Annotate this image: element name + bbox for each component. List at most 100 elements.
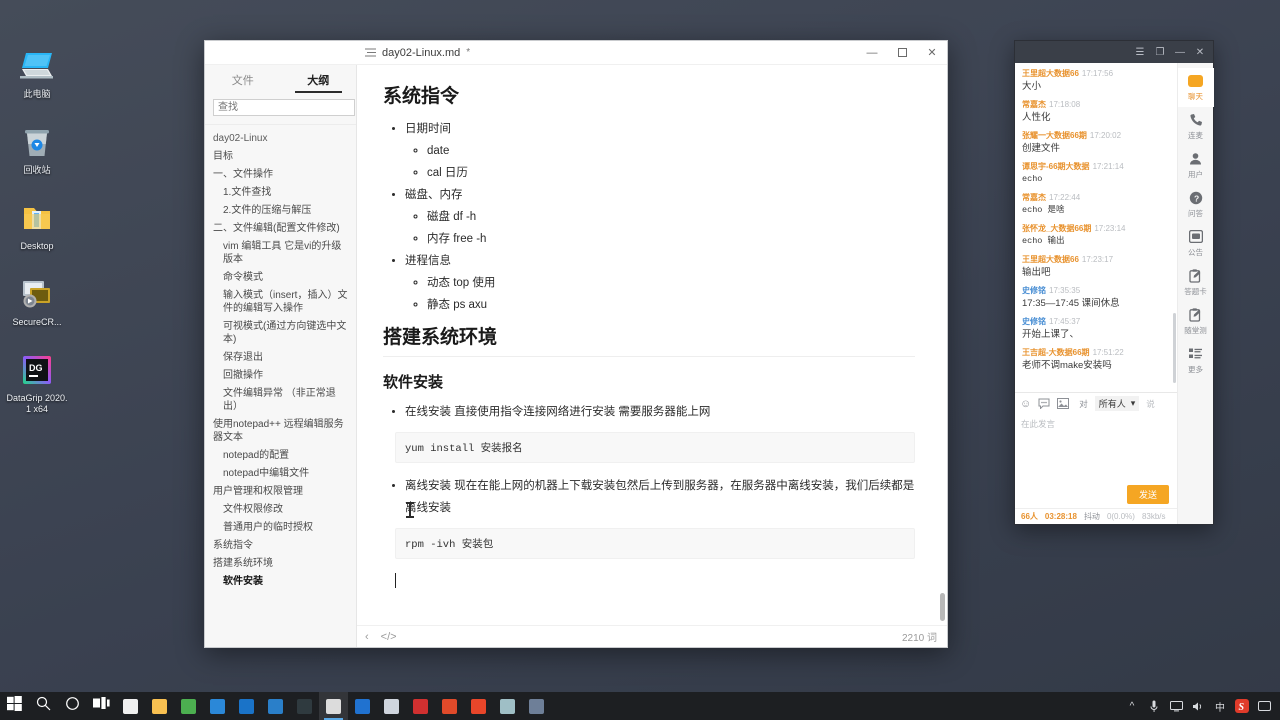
outline-item[interactable]: notepad的配置 xyxy=(213,446,350,464)
taskbar-app-grey[interactable] xyxy=(377,692,406,720)
code-block-yum[interactable]: yum install 安装报名 xyxy=(395,432,915,463)
chat-sender-name[interactable]: 王里超大数据66 xyxy=(1022,69,1079,78)
outline-item[interactable]: 输入模式（insert，插入）文件的编辑写入操作 xyxy=(213,286,350,317)
chat-scrollbar[interactable] xyxy=(1173,313,1176,383)
taskbar-app-blue2[interactable] xyxy=(348,692,377,720)
taskbar-chrome[interactable] xyxy=(174,692,203,720)
chat-sender-name[interactable]: 王吉超-大数据66期 xyxy=(1022,348,1090,357)
chat-nav-用户[interactable]: 用户 xyxy=(1178,146,1214,185)
microphone-icon[interactable] xyxy=(1144,692,1164,720)
minimize-button[interactable]: — xyxy=(857,41,887,65)
notification-icon[interactable] xyxy=(1254,692,1274,720)
outline-item[interactable]: 搭建系统环境 xyxy=(213,554,350,572)
close-icon[interactable]: ✕ xyxy=(1191,43,1209,61)
taskbar-app-blue[interactable] xyxy=(232,692,261,720)
close-button[interactable]: ✕ xyxy=(917,41,947,65)
outline-item[interactable]: 保存退出 xyxy=(213,348,350,366)
outline-item[interactable]: 文件权限修改 xyxy=(213,500,350,518)
chat-nav-更多[interactable]: 更多 xyxy=(1178,341,1214,380)
outline-item[interactable]: 用户管理和权限管理 xyxy=(213,482,350,500)
tray-expand-icon[interactable]: ^ xyxy=(1122,692,1142,720)
maximize-button[interactable] xyxy=(887,41,917,65)
typora-editor[interactable]: 系统指令 日期时间 date cal 日历 磁盘、内存 xyxy=(357,65,947,647)
code-block-rpm[interactable]: rpm -ivh 安装包 xyxy=(395,528,915,559)
chat-input[interactable]: 在此发言 xyxy=(1015,414,1177,480)
outline-toggle-icon[interactable] xyxy=(365,44,376,62)
emoji-icon[interactable]: ☺ xyxy=(1020,398,1031,410)
restore-icon[interactable]: ❐ xyxy=(1151,43,1169,61)
menu-icon[interactable]: ☰ xyxy=(1131,43,1149,61)
taskbar-app-teal[interactable] xyxy=(493,692,522,720)
chat-sender-name[interactable]: 张怀龙_大数据66期 xyxy=(1022,224,1091,233)
taskbar-app-store[interactable] xyxy=(116,692,145,720)
image-icon[interactable] xyxy=(1057,398,1070,409)
outline-item[interactable]: 使用notepad++ 远程编辑服务器文本 xyxy=(213,415,350,446)
editor-scrollbar[interactable] xyxy=(940,593,945,621)
sogou-icon[interactable]: S xyxy=(1232,692,1252,720)
outline-item[interactable]: day02-Linux xyxy=(213,129,350,147)
taskbar-search-button[interactable] xyxy=(29,692,58,720)
chat-nav-问答[interactable]: ? 问答 xyxy=(1178,185,1214,224)
chat-message-list[interactable]: 王里超大数据66 17:17:56 大小 常嘉杰 17:18:08 人性化 张耀一大数据66… xyxy=(1015,63,1177,392)
outline-item[interactable]: 目标 xyxy=(213,147,350,165)
taskbar-cortana-button[interactable] xyxy=(58,692,87,720)
document-content[interactable]: 系统指令 日期时间 date cal 日历 磁盘、内存 xyxy=(357,65,947,625)
outline-item[interactable]: 一、文件操作 xyxy=(213,165,350,183)
quick-reply-icon[interactable] xyxy=(1038,398,1050,409)
outline-item[interactable]: 二、文件编辑(配置文件修改) xyxy=(213,219,350,237)
desktop-icon-datagrip[interactable]: DG DataGrip 2020.1 x64 xyxy=(4,350,70,415)
send-button[interactable]: 发送 xyxy=(1126,484,1169,504)
outline-item[interactable]: 文件编辑异常 （非正常退出） xyxy=(213,384,350,415)
outline-item[interactable]: 软件安装 xyxy=(213,572,350,590)
outline-item[interactable]: 普通用户的临时授权 xyxy=(213,518,350,536)
chat-target-dropdown[interactable]: 所有人 ▾ xyxy=(1094,396,1140,411)
chat-nav-聊天[interactable]: 聊天 xyxy=(1177,68,1214,107)
taskbar-app-orange[interactable] xyxy=(435,692,464,720)
chat-sender-name[interactable]: 谭思宇-66期大数据 xyxy=(1022,162,1090,171)
display-icon[interactable] xyxy=(1166,692,1186,720)
chat-nav-公告[interactable]: 公告 xyxy=(1178,224,1214,263)
desktop-icon-this-pc[interactable]: 此电脑 xyxy=(4,46,70,100)
chat-sender-name[interactable]: 常嘉杰 xyxy=(1022,100,1046,109)
chat-sender-name[interactable]: 王里超大数据66 xyxy=(1022,255,1079,264)
desktop-icon-desktop-folder[interactable]: Desktop xyxy=(4,198,70,252)
chat-sender-name[interactable]: 张耀一大数据66期 xyxy=(1022,131,1087,140)
outline-item[interactable]: 命令模式 xyxy=(213,268,350,286)
empty-paragraph-caret[interactable] xyxy=(395,571,915,591)
chat-nav-连麦[interactable]: 连麦 xyxy=(1178,107,1214,146)
taskbar-task-view-button[interactable] xyxy=(87,692,116,720)
outline-item[interactable]: vim 编辑工具 它是vi的升级版本 xyxy=(213,237,350,268)
taskbar-xshell[interactable] xyxy=(464,692,493,720)
source-code-mode-icon[interactable]: </> xyxy=(381,631,397,643)
taskbar-pycharm[interactable] xyxy=(290,692,319,720)
volume-icon[interactable] xyxy=(1188,692,1208,720)
chat-nav-答题卡[interactable]: 答题卡 xyxy=(1178,263,1214,302)
outline-item[interactable]: 2.文件的压缩与解压 xyxy=(213,201,350,219)
chat-nav-随堂测[interactable]: 随堂测 xyxy=(1178,302,1214,341)
taskbar-edge[interactable] xyxy=(203,692,232,720)
desktop-icon-recycle-bin[interactable]: 回收站 xyxy=(4,122,70,176)
chat-sender-name[interactable]: 常嘉杰 xyxy=(1022,193,1046,202)
outline-item[interactable]: 系统指令 xyxy=(213,536,350,554)
ime-indicator[interactable]: 中 xyxy=(1210,692,1230,720)
outline-item[interactable]: 1.文件查找 xyxy=(213,183,350,201)
taskbar-typora[interactable] xyxy=(319,692,348,720)
desktop-icon-securecrt[interactable]: SecureCR... xyxy=(4,274,70,328)
taskbar-file-explorer[interactable] xyxy=(145,692,174,720)
sidebar-collapse-button[interactable]: ‹ xyxy=(365,631,369,643)
taskbar-vscode[interactable] xyxy=(261,692,290,720)
tab-outline[interactable]: 大纲 xyxy=(281,65,357,95)
typora-titlebar[interactable]: day02-Linux.md * — ✕ xyxy=(205,41,947,65)
minimize-icon[interactable]: — xyxy=(1171,43,1189,61)
chat-sender-name[interactable]: 史修铭 xyxy=(1022,317,1046,326)
outline-item[interactable]: notepad中编辑文件 xyxy=(213,464,350,482)
outline-item[interactable]: 可视模式(通过方向键选中文本) xyxy=(213,317,350,348)
tab-files[interactable]: 文件 xyxy=(205,65,281,95)
chat-titlebar[interactable]: ☰ ❐ — ✕ xyxy=(1015,41,1213,63)
taskbar-app-last[interactable] xyxy=(522,692,551,720)
outline-item[interactable]: 回撤操作 xyxy=(213,366,350,384)
taskbar-start-button[interactable] xyxy=(0,692,29,720)
search-input[interactable] xyxy=(213,99,355,116)
taskbar-app-red[interactable] xyxy=(406,692,435,720)
chat-sender-name[interactable]: 史修铭 xyxy=(1022,286,1046,295)
